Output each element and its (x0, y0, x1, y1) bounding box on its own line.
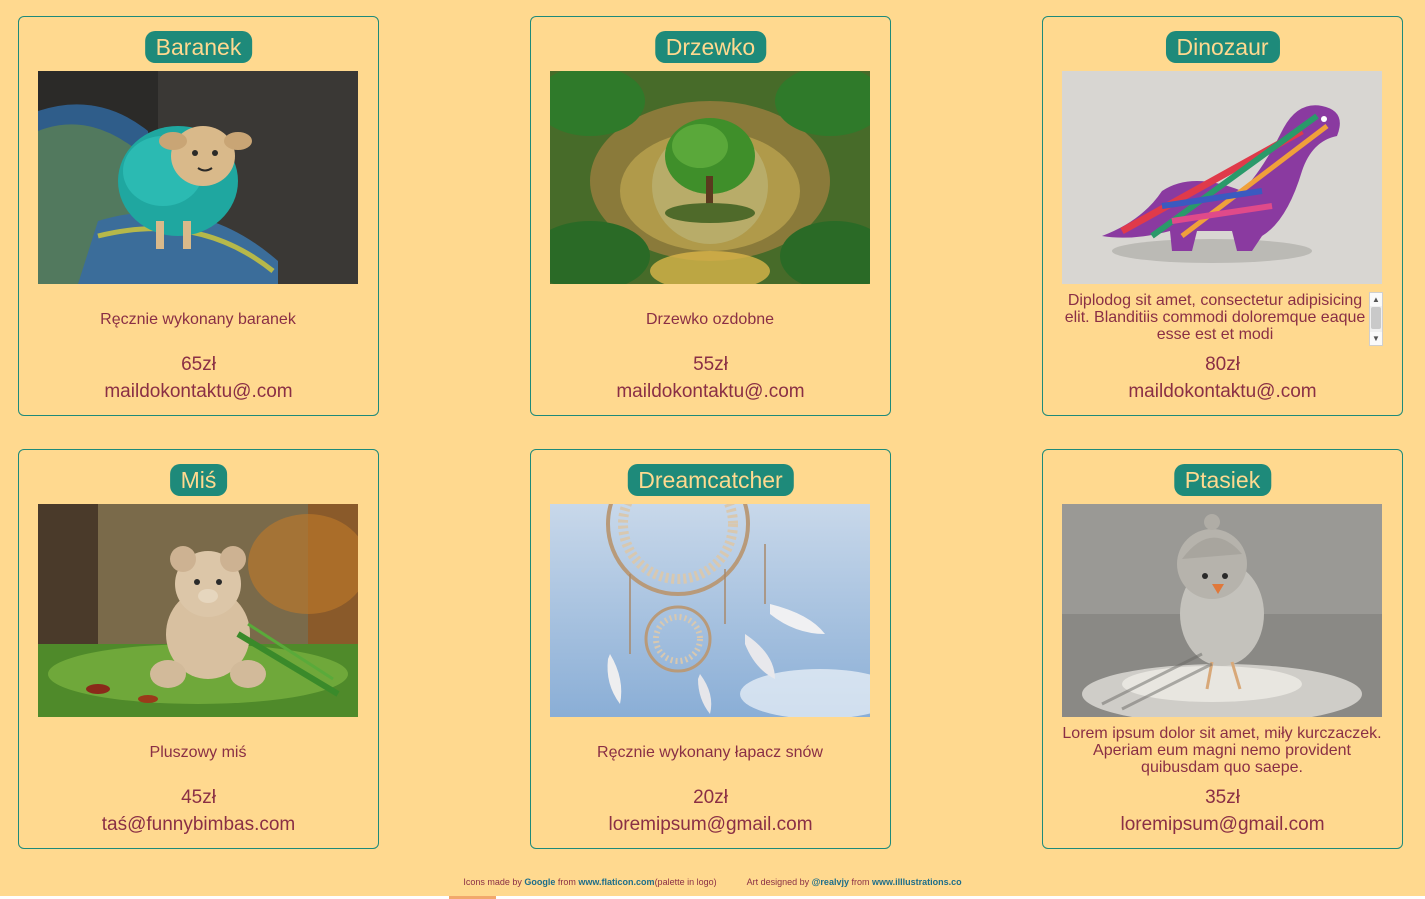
footer-art-prefix: Art designed by (746, 877, 812, 887)
footer-icons-site-link[interactable]: www.flaticon.com (578, 877, 654, 887)
product-email: maildokontaktu@.com (616, 381, 805, 402)
dreamcatcher-image (550, 504, 870, 717)
product-card: Dinozaur Diplodog sit amet, consectetur … (1042, 16, 1403, 416)
product-description: Pluszowy miś (149, 744, 247, 761)
product-image-sheep (38, 71, 358, 284)
footer-credits: Icons made by Google from www.flaticon.c… (0, 877, 1425, 887)
footer-icons-note: (palette in logo) (654, 877, 717, 887)
footer-art-site-link[interactable]: www.illlustrations.co (872, 877, 962, 887)
product-description: Ręcznie wykonany łapacz snów (597, 744, 823, 761)
product-price: 65zł (181, 354, 216, 375)
product-price: 80zł (1205, 354, 1240, 375)
product-title: Baranek (144, 31, 253, 63)
product-title: Ptasiek (1173, 464, 1272, 496)
product-card: Drzewko Drzewko ozdobne 55zł maildokonta… (530, 16, 891, 416)
footer-icons-from: from (555, 877, 579, 887)
product-email: loremipsum@gmail.com (1120, 814, 1325, 835)
product-price: 45zł (181, 787, 216, 808)
product-image-teddy (38, 504, 358, 717)
product-image-tree (550, 71, 870, 284)
product-description: Ręcznie wykonany baranek (100, 311, 296, 328)
product-price: 20zł (693, 787, 728, 808)
product-title: Dreamcatcher (627, 464, 794, 496)
product-description: Drzewko ozdobne (645, 311, 775, 328)
product-price: 55zł (693, 354, 728, 375)
footer-icons-author-link[interactable]: Google (524, 877, 555, 887)
product-price: 35zł (1205, 787, 1240, 808)
product-description-scrollable: Diplodog sit amet, consectetur adipisici… (1064, 292, 1366, 343)
product-image-dreamcatcher (550, 504, 870, 717)
product-image-dinosaur (1062, 71, 1382, 284)
footer-icons-prefix: Icons made by (463, 877, 525, 887)
striped-dinosaur-toy-image (1062, 71, 1382, 284)
scrollbar-thumb[interactable] (1371, 307, 1381, 329)
product-title: Drzewko (654, 31, 767, 63)
product-email: taś@funnybimbas.com (101, 814, 296, 835)
product-email: loremipsum@gmail.com (608, 814, 813, 835)
product-card: Miś Pluszowy miś 45zł taś@funnybimbas.co… (18, 449, 379, 849)
product-title: Miś (169, 464, 228, 496)
product-description: Lorem ipsum dolor sit amet, miły kurczac… (1062, 725, 1382, 776)
product-card: Baranek Ręcznie wykonany baranek 65zł ma… (18, 16, 379, 416)
scroll-up-arrow-icon[interactable]: ▲ (1370, 293, 1382, 306)
footer-art-author-link[interactable]: @realvjy (812, 877, 849, 887)
footer-art-from: from (848, 877, 872, 887)
product-email: maildokontaktu@.com (1128, 381, 1317, 402)
product-card: Ptasiek Lorem ipsum dolor sit amet, miły… (1042, 449, 1403, 849)
felt-bird-image (1062, 504, 1382, 717)
tree-in-glass-image (550, 71, 870, 284)
product-card: Dreamcatcher Ręcznie wykonany łapacz snó… (530, 449, 891, 849)
product-email: maildokontaktu@.com (104, 381, 293, 402)
description-scrollbar[interactable]: ▲ ▼ (1369, 292, 1383, 346)
product-title: Dinozaur (1165, 31, 1280, 63)
product-image-bird (1062, 504, 1382, 717)
teddy-bear-image (38, 504, 358, 717)
scroll-down-arrow-icon[interactable]: ▼ (1370, 332, 1382, 345)
product-grid: Baranek Ręcznie wykonany baranek 65zł ma… (18, 16, 1404, 849)
sheep-toy-image (38, 71, 358, 284)
